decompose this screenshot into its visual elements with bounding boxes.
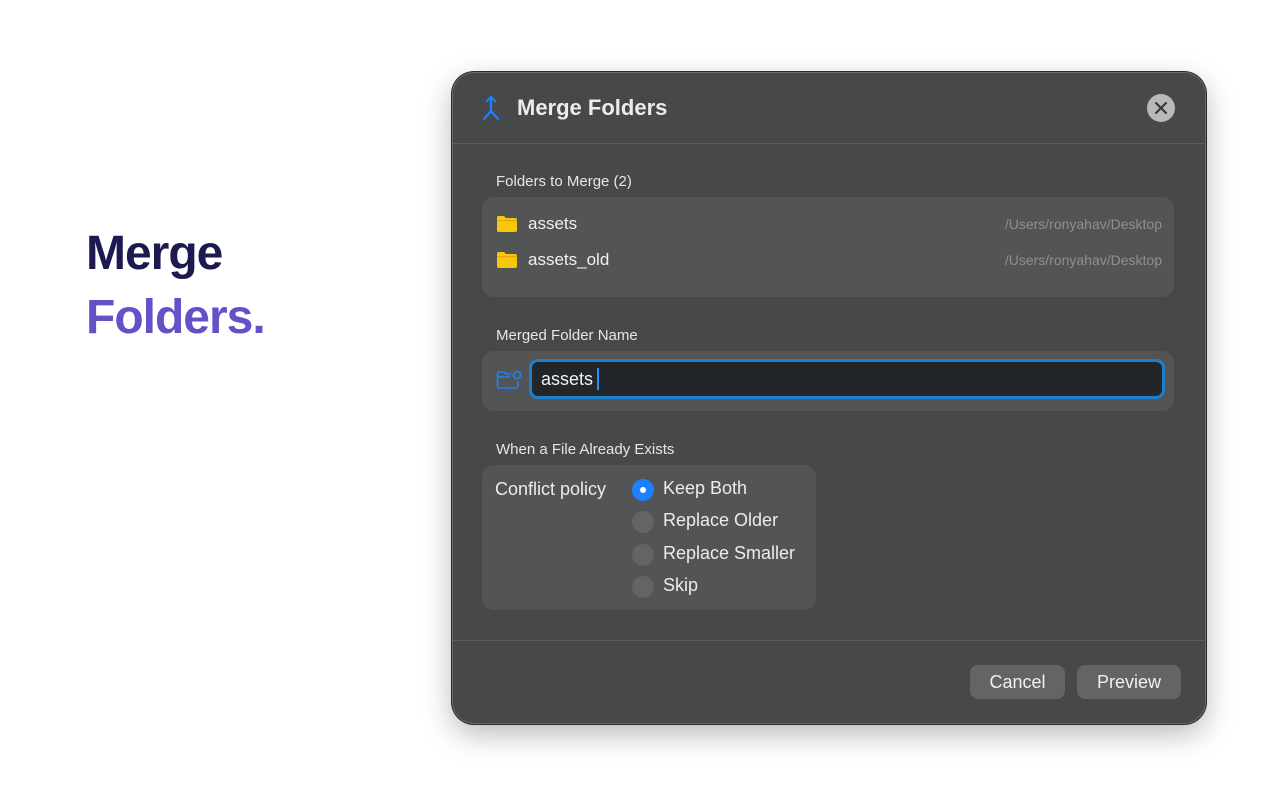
preview-button[interactable]: Preview bbox=[1077, 665, 1181, 699]
hero-heading: Merge Folders. bbox=[86, 222, 266, 350]
folder-path: /Users/ronyahav/Desktop bbox=[1004, 216, 1162, 232]
radio-label: Replace Smaller bbox=[663, 543, 796, 563]
folder-icon bbox=[497, 216, 517, 232]
merge-arrow-icon bbox=[482, 95, 500, 121]
folder-badge-icon bbox=[496, 370, 522, 389]
conflict-section-label: When a File Already Exists bbox=[496, 441, 675, 458]
text-caret bbox=[597, 368, 599, 390]
radio-label: Keep Both bbox=[663, 478, 748, 498]
folder-row-assets[interactable]: assets /Users/ronyahav/Desktop bbox=[496, 209, 1162, 239]
close-icon bbox=[1154, 101, 1168, 115]
close-button[interactable] bbox=[1147, 94, 1175, 122]
merged-name-panel bbox=[482, 351, 1174, 411]
conflict-panel: Conflict policy Keep Both Replace Older … bbox=[482, 465, 816, 610]
dialog-titlebar: Merge Folders bbox=[453, 73, 1205, 144]
radio-button[interactable] bbox=[632, 576, 654, 598]
merged-name-field[interactable] bbox=[529, 359, 1165, 399]
folders-list: assets /Users/ronyahav/Desktop assets_ol… bbox=[482, 197, 1174, 297]
dialog-title: Merge Folders bbox=[517, 95, 668, 120]
radio-button-selected[interactable] bbox=[632, 479, 654, 501]
radio-label: Replace Older bbox=[663, 510, 779, 530]
folder-icon bbox=[497, 252, 517, 268]
radio-button[interactable] bbox=[632, 511, 654, 533]
folder-name: assets_old bbox=[528, 250, 610, 269]
folders-section-label: Folders to Merge (2) bbox=[496, 173, 632, 190]
hero-line-2: Folders. bbox=[86, 291, 266, 344]
conflict-policy-label: Conflict policy bbox=[495, 479, 607, 499]
merged-name-input[interactable] bbox=[532, 362, 1162, 396]
merge-folders-dialog: Merge Folders Folders to Merge (2) asset… bbox=[452, 72, 1206, 724]
radio-button[interactable] bbox=[632, 544, 654, 566]
dialog-footer: Cancel Preview bbox=[453, 640, 1205, 723]
hero-line-1: Merge bbox=[86, 227, 223, 280]
folder-path: /Users/ronyahav/Desktop bbox=[1004, 252, 1162, 268]
folder-name: assets bbox=[528, 214, 578, 233]
radio-label: Skip bbox=[663, 575, 699, 595]
folder-row-assets-old[interactable]: assets_old /Users/ronyahav/Desktop bbox=[496, 245, 1162, 275]
merged-name-label: Merged Folder Name bbox=[496, 327, 638, 344]
cancel-button[interactable]: Cancel bbox=[970, 665, 1065, 699]
